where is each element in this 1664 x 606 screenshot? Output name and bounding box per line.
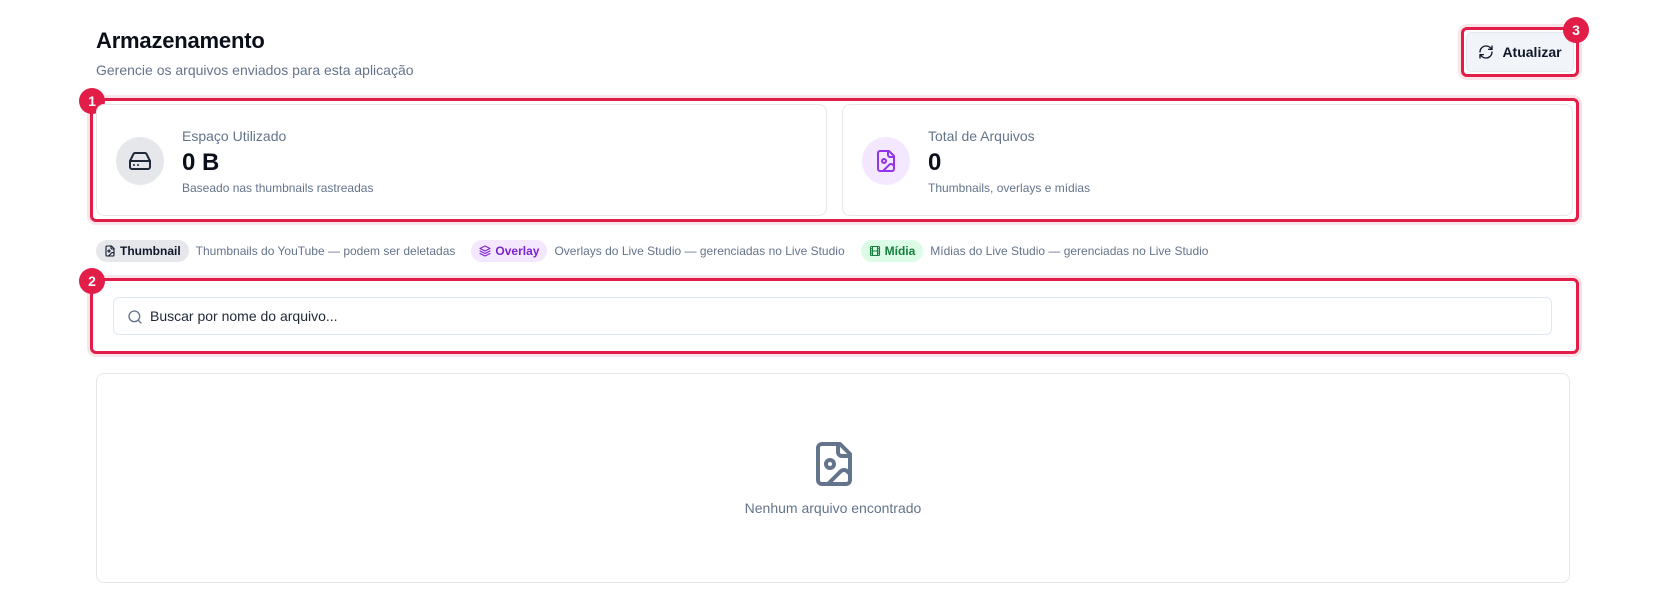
refresh-icon (1479, 45, 1494, 59)
legend-tag-thumbnail: Thumbnail (96, 240, 189, 262)
annotation-badge-3: 3 (1563, 17, 1589, 43)
legend-text-thumbnail: Thumbnails do YouTube — podem ser deleta… (195, 244, 456, 258)
legend-tag-media-label: Mídia (884, 244, 916, 258)
legend-tag-thumbnail-label: Thumbnail (120, 244, 181, 258)
used-space-icon-circle (116, 137, 164, 185)
search-icon (128, 310, 142, 324)
refresh-button-label: Atualizar (1502, 44, 1562, 60)
legend-tag-media: Mídia (860, 240, 924, 262)
used-space-label: Espaço Utilizado (182, 128, 287, 144)
file-type-legend: Thumbnail Thumbnails do YouTube — podem … (96, 240, 1224, 262)
search-box (113, 297, 1552, 335)
file-image-icon (105, 245, 115, 257)
annotation-badge-2: 2 (79, 268, 105, 294)
total-files-description: Thumbnails, overlays e mídias (928, 181, 1091, 195)
file-image-icon (877, 150, 895, 172)
legend-text-media: Mídias do Live Studio — gerenciadas no L… (930, 244, 1209, 258)
film-icon (869, 245, 880, 257)
legend-tag-overlay: Overlay (471, 240, 548, 262)
legend-tag-overlay-label: Overlay (495, 244, 540, 258)
used-space-description: Baseado nas thumbnails rastreadas (182, 181, 374, 195)
total-files-icon-circle (862, 137, 910, 185)
refresh-button[interactable]: Atualizar (1466, 32, 1574, 72)
total-files-value: 0 (928, 149, 942, 176)
page-title: Armazenamento (96, 28, 265, 53)
hard-drive-icon (129, 152, 151, 170)
files-empty-state: Nenhum arquivo encontrado (96, 373, 1570, 583)
total-files-card: Total de Arquivos 0 Thumbnails, overlays… (842, 104, 1573, 216)
empty-state-message: Nenhum arquivo encontrado (744, 500, 922, 516)
search-input[interactable] (150, 298, 1540, 334)
legend-text-overlay: Overlays do Live Studio — gerenciadas no… (554, 244, 845, 258)
used-space-value: 0 B (182, 149, 220, 176)
layers-icon (479, 245, 491, 257)
used-space-card: Espaço Utilizado 0 B Baseado nas thumbna… (96, 104, 827, 216)
total-files-label: Total de Arquivos (928, 128, 1035, 144)
storage-page: Armazenamento Gerencie os arquivos envia… (0, 0, 1664, 606)
file-image-icon (816, 442, 852, 486)
page-subtitle: Gerencie os arquivos enviados para esta … (96, 62, 414, 78)
